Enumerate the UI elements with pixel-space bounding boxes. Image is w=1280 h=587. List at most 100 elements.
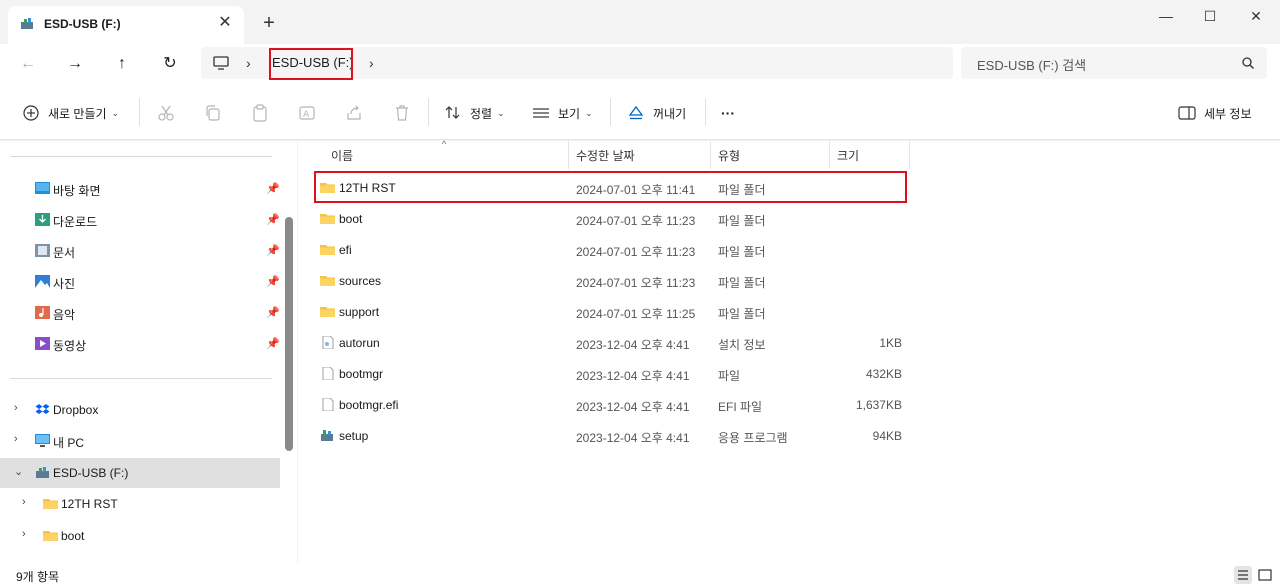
tab-esd-usb[interactable]: ESD-USB (F:) ✕	[8, 6, 244, 44]
toolbar-divider	[610, 98, 611, 126]
setup-info-icon	[322, 336, 334, 349]
close-tab-icon[interactable]: ✕	[216, 14, 234, 32]
nav-separator	[10, 156, 272, 157]
usb-drive-icon	[21, 18, 33, 29]
nav-item-12th-rst[interactable]: › 12TH RST	[0, 489, 280, 519]
file-type: 응용 프로그램	[718, 431, 788, 445]
details-pane-button[interactable]: 세부 정보	[1178, 102, 1252, 124]
command-bar: 새로 만들기 ⌄ A 정렬 ⌄ 보기 ⌄ 꺼내기 ··· 세부 정보	[0, 84, 1280, 140]
file-type: 파일 폴더	[718, 307, 766, 321]
delete-icon[interactable]	[393, 104, 411, 122]
column-divider[interactable]	[909, 141, 910, 169]
nav-item-boot[interactable]: › boot	[0, 521, 280, 551]
dropbox-icon	[35, 404, 50, 414]
table-row[interactable]: setup 2023-12-04 오후 4:41 응용 프로그램 94KB	[314, 420, 910, 451]
documents-icon	[35, 244, 50, 257]
copy-icon[interactable]	[204, 104, 222, 122]
nav-item-desktop[interactable]: 바탕 화면 📌	[0, 174, 280, 204]
expand-chevron-icon[interactable]: ›	[22, 496, 26, 508]
download-icon	[35, 213, 50, 226]
table-row[interactable]: bootmgr.efi 2023-12-04 오후 4:41 EFI 파일 1,…	[314, 389, 910, 420]
column-header-name[interactable]: 이름	[331, 147, 353, 164]
sort-icon	[445, 106, 460, 119]
column-header-size[interactable]: 크기	[837, 147, 859, 164]
navigation-bar: ← → ↑ ↻ › ESD-USB (F:) › ESD-USB (F:) 검색	[0, 44, 1280, 84]
pin-icon: 📌	[266, 307, 280, 319]
table-row[interactable]: boot 2024-07-01 오후 11:23 파일 폴더	[314, 203, 910, 234]
breadcrumb-separator[interactable]: ›	[246, 53, 251, 73]
file-size: 94KB	[872, 429, 902, 443]
back-button[interactable]: ←	[16, 52, 40, 76]
refresh-button[interactable]: ↻	[158, 52, 182, 76]
thumbnail-view-icon[interactable]	[1256, 566, 1274, 584]
folder-icon	[320, 307, 335, 317]
nav-item-esd-usb[interactable]: ⌄ ESD-USB (F:)	[0, 458, 280, 488]
file-name: autorun	[339, 336, 380, 350]
table-row[interactable]: efi 2024-07-01 오후 11:23 파일 폴더	[314, 234, 910, 265]
file-date: 2023-12-04 오후 4:41	[576, 431, 690, 445]
forward-button[interactable]: →	[63, 52, 87, 76]
search-box[interactable]: ESD-USB (F:) 검색	[961, 47, 1267, 79]
column-header-modified[interactable]: 수정한 날짜	[576, 147, 635, 164]
breadcrumb-separator[interactable]: ›	[369, 53, 374, 73]
column-divider[interactable]	[829, 141, 830, 169]
close-window-button[interactable]: ✕	[1236, 4, 1276, 28]
nav-item-label: 동영상	[53, 339, 87, 353]
setup-app-icon	[321, 430, 333, 441]
minimize-button[interactable]: —	[1146, 4, 1186, 28]
folder-icon	[43, 499, 58, 509]
file-icon	[322, 367, 334, 380]
nav-item-label: boot	[61, 529, 85, 543]
new-tab-button[interactable]: +	[258, 12, 280, 34]
sidebar-scrollbar-thumb[interactable]	[285, 217, 293, 451]
nav-item-downloads[interactable]: 다운로드 📌	[0, 205, 280, 235]
eject-button[interactable]: 꺼내기	[627, 102, 686, 124]
pin-icon: 📌	[266, 276, 280, 288]
new-button[interactable]: 새로 만들기 ⌄	[22, 102, 119, 124]
nav-item-videos[interactable]: 동영상 📌	[0, 329, 280, 359]
more-options-button[interactable]: ···	[721, 102, 735, 124]
file-type: 파일 폴더	[718, 245, 766, 259]
nav-item-documents[interactable]: 문서 📌	[0, 236, 280, 266]
cut-icon[interactable]	[157, 104, 175, 122]
nav-item-music[interactable]: 음악 📌	[0, 298, 280, 328]
nav-item-pictures[interactable]: 사진 📌	[0, 267, 280, 297]
sort-button[interactable]: 정렬 ⌄	[444, 102, 505, 124]
highlight-box	[269, 48, 353, 80]
nav-item-dropbox[interactable]: › Dropbox	[0, 395, 280, 425]
music-icon	[35, 306, 50, 319]
maximize-button[interactable]: ☐	[1190, 4, 1230, 28]
file-name: bootmgr.efi	[339, 398, 399, 412]
column-divider[interactable]	[568, 141, 569, 169]
expand-chevron-icon[interactable]: ›	[22, 528, 26, 540]
address-bar[interactable]: › ESD-USB (F:) ›	[201, 47, 953, 80]
table-row[interactable]: autorun 2023-12-04 오후 4:41 설치 정보 1KB	[314, 327, 910, 358]
view-button[interactable]: 보기 ⌄	[532, 102, 593, 124]
file-date: 2024-07-01 오후 11:23	[576, 276, 696, 290]
toolbar-divider	[705, 98, 706, 126]
view-icon	[533, 108, 549, 118]
details-view-icon[interactable]	[1234, 566, 1252, 584]
expand-chevron-icon[interactable]: ›	[14, 402, 18, 414]
share-icon[interactable]	[345, 104, 363, 122]
file-type: 파일 폴더	[718, 214, 766, 228]
file-date: 2024-07-01 오후 11:23	[576, 214, 696, 228]
table-row[interactable]: bootmgr 2023-12-04 오후 4:41 파일 432KB	[314, 358, 910, 389]
collapse-chevron-icon[interactable]: ⌄	[14, 465, 23, 478]
table-row[interactable]: sources 2024-07-01 오후 11:23 파일 폴더	[314, 265, 910, 296]
nav-item-label: 다운로드	[53, 215, 98, 229]
column-header-type[interactable]: 유형	[718, 147, 740, 164]
usb-drive-icon	[36, 467, 49, 478]
nav-item-this-pc[interactable]: › 내 PC	[0, 426, 280, 456]
table-row[interactable]: support 2024-07-01 오후 11:25 파일 폴더	[314, 296, 910, 327]
up-button[interactable]: ↑	[110, 52, 134, 76]
monitor-icon[interactable]	[213, 56, 229, 70]
rename-icon[interactable]: A	[298, 104, 316, 122]
paste-icon[interactable]	[251, 104, 269, 122]
search-input[interactable]: ESD-USB (F:) 검색	[977, 55, 1086, 74]
chevron-down-icon: ⌄	[111, 107, 120, 118]
expand-chevron-icon[interactable]: ›	[14, 433, 18, 445]
navigation-pane: 바탕 화면 📌 다운로드 📌 문서 📌 사진 📌 음악 📌 동영상 📌 › Dr…	[0, 141, 297, 563]
column-divider[interactable]	[710, 141, 711, 169]
folder-icon	[43, 531, 58, 541]
